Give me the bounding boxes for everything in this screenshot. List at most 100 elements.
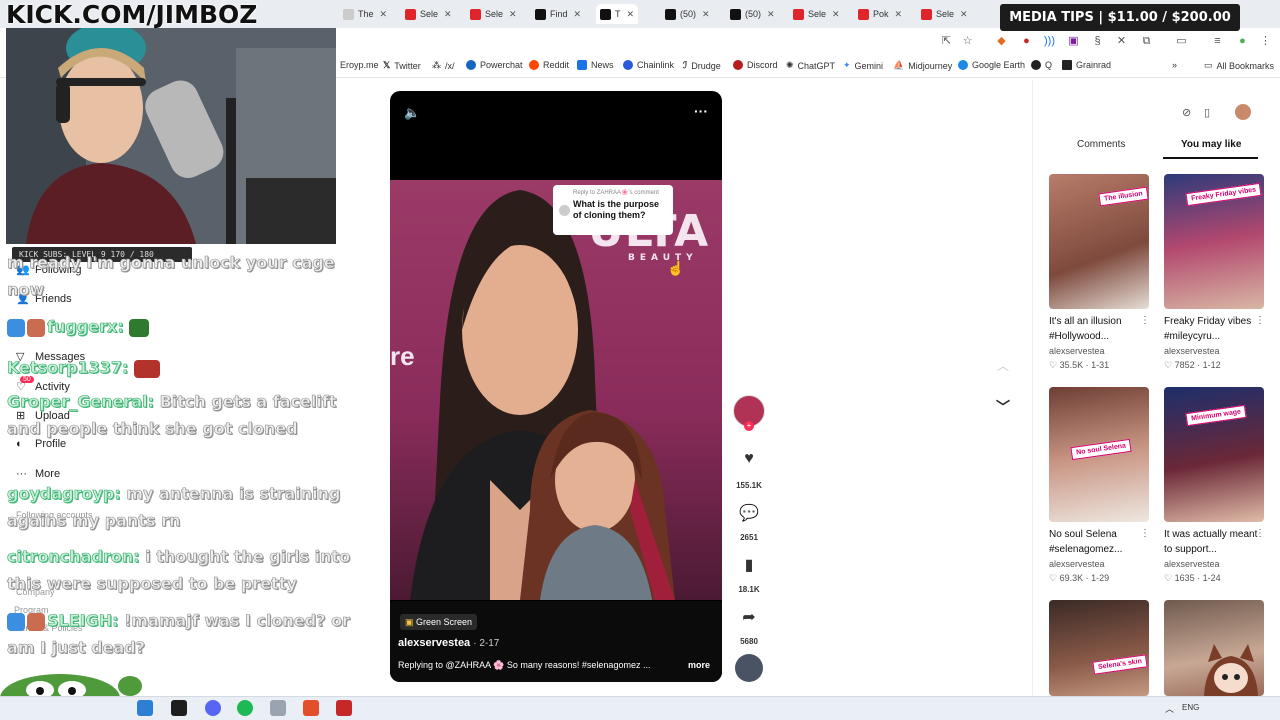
follow-plus-icon[interactable]: +: [744, 421, 754, 431]
terminal-icon[interactable]: [171, 700, 187, 716]
menu-icon[interactable]: ⋮: [1259, 35, 1272, 48]
video-author[interactable]: alexservestea: [398, 637, 470, 649]
bookmarks-overflow-icon[interactable]: »: [1172, 60, 1177, 70]
bookmark-star-icon[interactable]: ☆: [961, 35, 974, 48]
bookmark-save-icon[interactable]: ▮: [734, 555, 764, 575]
spotify-icon[interactable]: [237, 700, 253, 716]
close-tab-icon[interactable]: ✕: [574, 9, 582, 20]
steam-icon[interactable]: [137, 700, 153, 716]
downloads-icon[interactable]: ≡: [1211, 35, 1224, 48]
video-author-line[interactable]: alexservestea · 2-17: [398, 637, 499, 649]
card-more-icon[interactable]: ⋮: [1255, 528, 1265, 539]
app-icon[interactable]: [270, 700, 286, 716]
music-disc-icon[interactable]: [735, 654, 763, 682]
obs-icon[interactable]: [303, 700, 319, 716]
close-tab-icon[interactable]: ✕: [767, 9, 775, 20]
user-avatar[interactable]: [1235, 104, 1251, 120]
all-bookmarks[interactable]: ▭ All Bookmarks: [1204, 60, 1274, 71]
phone-icon[interactable]: ▯: [1204, 106, 1210, 119]
tab-10[interactable]: Sele ✕: [921, 4, 968, 24]
embed-icon[interactable]: ⊘: [1182, 106, 1191, 119]
card-more-icon[interactable]: ⋮: [1140, 528, 1150, 539]
close-tab-icon[interactable]: ✕: [702, 9, 710, 20]
tab-1[interactable]: The ✕: [343, 4, 387, 24]
extension-icon[interactable]: ●: [1020, 35, 1033, 48]
close-tab-icon[interactable]: ✕: [895, 9, 903, 20]
bookmark-item[interactable]: 𝕏 Twitter: [383, 60, 421, 71]
extension-icon[interactable]: §: [1091, 35, 1104, 48]
nav-more[interactable]: ··· More: [16, 468, 60, 480]
profile-icon[interactable]: ●: [1236, 35, 1249, 48]
bookmark-item[interactable]: ✦ Gemini: [843, 60, 883, 71]
bookmark-item[interactable]: Q: [1031, 60, 1052, 70]
green-screen-tag[interactable]: ▣ Green Screen: [400, 614, 478, 630]
bookmark-item[interactable]: ✺ ChatGPT: [786, 60, 835, 71]
card-more-icon[interactable]: ⋮: [1140, 315, 1150, 326]
discord-taskbar-icon[interactable]: [205, 700, 221, 716]
bookmark-item[interactable]: ℐ Drudge: [683, 60, 721, 71]
recommended-video-author[interactable]: alexservestea: [1049, 346, 1105, 356]
bookmark-item[interactable]: Reddit: [529, 60, 569, 70]
bookmark-item[interactable]: ⁂ /x/: [432, 60, 455, 71]
tab-comments[interactable]: Comments: [1077, 139, 1125, 150]
thumb-sticker: Freaky Friday vibes: [1185, 182, 1262, 207]
tab-you-may-like[interactable]: You may like: [1181, 139, 1241, 150]
close-tab-icon[interactable]: ✕: [960, 9, 968, 20]
media-tips-goal: MEDIA TIPS | $11.00 / $200.00: [1000, 4, 1240, 31]
recommended-video-thumb[interactable]: The illusion: [1049, 174, 1149, 309]
bookmark-item[interactable]: News: [577, 60, 614, 70]
recommended-video-author[interactable]: alexservestea: [1164, 346, 1220, 356]
close-tab-icon[interactable]: ✕: [509, 9, 517, 20]
audio-icon[interactable]: ))): [1043, 35, 1056, 48]
tab-8[interactable]: Sele ✕: [793, 4, 840, 24]
comment-icon[interactable]: 💬: [734, 503, 764, 523]
video-player[interactable]: 🔈 ··· ULTABEAUTY re Reply to ZAHRAA🌸's c…: [390, 91, 722, 682]
close-tab-icon[interactable]: ✕: [627, 9, 635, 20]
tab-6[interactable]: (50) ✕: [665, 4, 710, 24]
tab-3[interactable]: Sele ✕: [470, 4, 517, 24]
tab-active[interactable]: T ✕: [596, 4, 639, 24]
puzzle-icon[interactable]: ⧉: [1140, 35, 1153, 48]
like-heart-icon[interactable]: ♥: [734, 450, 764, 468]
more-options-icon[interactable]: ···: [694, 103, 708, 119]
close-tab-icon[interactable]: ✕: [832, 9, 840, 20]
recommended-video-author[interactable]: alexservestea: [1164, 559, 1220, 569]
recommended-video-author[interactable]: alexservestea: [1049, 559, 1105, 569]
recommended-video-title[interactable]: Freaky Friday vibes #mileycyru...: [1164, 314, 1264, 344]
extension-icon[interactable]: ▣: [1067, 35, 1080, 48]
language-indicator[interactable]: ENG: [1182, 703, 1199, 712]
recommended-video-title[interactable]: It's all an illusion #Hollywood...: [1049, 314, 1149, 344]
recommended-video-thumb[interactable]: Selena's skin: [1049, 600, 1149, 696]
recommended-video-thumb[interactable]: Freaky Friday vibes: [1164, 174, 1264, 309]
tab-4[interactable]: Find ✕: [535, 4, 581, 24]
bookmark-item[interactable]: Discord: [733, 60, 778, 70]
next-video-icon[interactable]: ﹀: [996, 397, 1010, 417]
recommended-video-title[interactable]: No soul Selena #selenagomez...: [1049, 527, 1149, 557]
metamask-icon[interactable]: ◆: [995, 35, 1008, 48]
bookmark-item[interactable]: Chainlink: [623, 60, 674, 70]
close-tab-icon[interactable]: ✕: [380, 9, 388, 20]
close-tab-icon[interactable]: ✕: [444, 9, 452, 20]
share-arrow-icon[interactable]: ➦: [734, 607, 764, 627]
bookmark-item[interactable]: Powerchat: [466, 60, 523, 70]
recommended-video-thumb[interactable]: No soul Selena: [1049, 387, 1149, 522]
bookmark-item[interactable]: Eroyp.me: [340, 60, 379, 70]
recommended-video-thumb[interactable]: Minimum wage: [1164, 387, 1264, 522]
volume-icon[interactable]: 🔈: [404, 105, 420, 121]
bookmark-item[interactable]: ⛵ Midjourney: [893, 60, 952, 71]
x-icon[interactable]: ✕: [1115, 35, 1128, 48]
cast-icon[interactable]: ⇱: [940, 35, 953, 48]
tab-2[interactable]: Sele ✕: [405, 4, 452, 24]
bookmark-item[interactable]: Google Earth: [958, 60, 1025, 70]
app-icon[interactable]: [336, 700, 352, 716]
sidebar-icon[interactable]: ▭: [1175, 35, 1188, 48]
tray-chevron-icon[interactable]: ︿: [1165, 702, 1174, 715]
emote-icon: [27, 612, 45, 631]
previous-video-icon[interactable]: ︿: [997, 357, 1009, 374]
tab-9[interactable]: Pok ✕: [858, 4, 902, 24]
recommended-video-title[interactable]: It was actually meant to support...: [1164, 527, 1264, 557]
tab-7[interactable]: (50) ✕: [730, 4, 775, 24]
bookmark-item[interactable]: Grainrad: [1062, 60, 1111, 70]
card-more-icon[interactable]: ⋮: [1255, 315, 1265, 326]
caption-more-link[interactable]: more: [688, 660, 710, 670]
